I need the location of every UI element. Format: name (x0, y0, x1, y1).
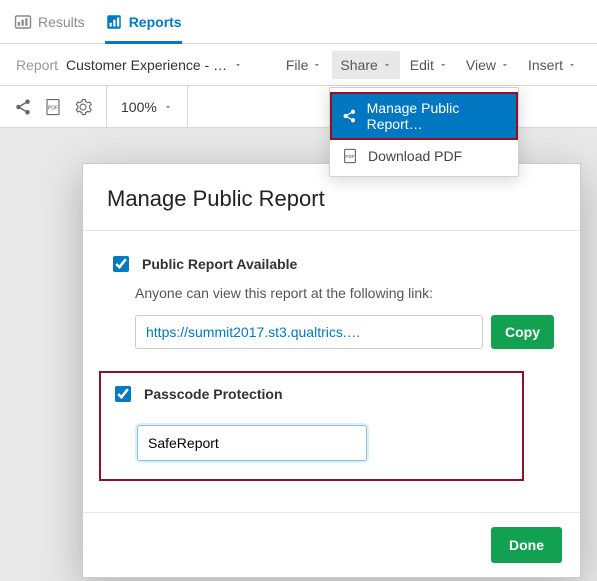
menu-insert[interactable]: Insert (520, 51, 585, 79)
chevron-down-icon (500, 60, 510, 70)
public-link-field[interactable]: https://summit2017.st3.qualtrics.… (135, 315, 483, 349)
zoom-selector[interactable]: 100% (107, 86, 188, 127)
modal-body: Public Report Available Anyone can view … (83, 231, 580, 512)
menu-share-label: Share (340, 57, 377, 73)
public-report-help-text: Anyone can view this report at the follo… (135, 285, 554, 301)
menu-view[interactable]: View (458, 51, 518, 79)
tab-results-label: Results (38, 14, 85, 30)
chevron-down-icon (163, 102, 173, 112)
passcode-label: Passcode Protection (144, 386, 283, 402)
top-tabs: Results Reports (0, 0, 597, 44)
share-icon-button[interactable] (14, 98, 32, 116)
copy-button[interactable]: Copy (491, 315, 554, 349)
tab-reports[interactable]: Reports (105, 0, 182, 44)
share-icon (14, 98, 32, 116)
menu-share[interactable]: Share (332, 51, 399, 79)
settings-icon-button[interactable] (74, 98, 92, 116)
toolbar: Report Customer Experience - … File Shar… (0, 44, 597, 86)
results-icon (14, 13, 32, 31)
dropdown-manage-public-report[interactable]: Manage Public Report… (330, 92, 518, 140)
tab-results[interactable]: Results (14, 0, 85, 44)
chevron-down-icon (567, 60, 577, 70)
svg-text:PDF: PDF (345, 154, 354, 159)
public-link-row: https://summit2017.st3.qualtrics.… Copy (135, 315, 554, 349)
done-button[interactable]: Done (491, 527, 562, 563)
report-name: Customer Experience - … (66, 57, 227, 73)
reports-icon (105, 13, 123, 31)
modal-footer: Done (83, 512, 580, 577)
icon-group: PDF (0, 86, 107, 127)
passcode-checkbox[interactable] (115, 386, 131, 402)
dropdown-label: Download PDF (368, 148, 462, 164)
dropdown-download-pdf[interactable]: PDF Download PDF (330, 140, 518, 172)
menu-edit[interactable]: Edit (402, 51, 456, 79)
chevron-down-icon (382, 60, 392, 70)
menu-file-label: File (286, 57, 309, 73)
menu-insert-label: Insert (528, 57, 563, 73)
menu-edit-label: Edit (410, 57, 434, 73)
zoom-value: 100% (121, 99, 157, 115)
share-icon (342, 108, 357, 124)
public-report-checkbox[interactable] (113, 256, 129, 272)
public-report-available-row[interactable]: Public Report Available (109, 253, 554, 275)
dropdown-label: Manage Public Report… (367, 100, 506, 132)
gear-icon (74, 98, 92, 116)
menu-file[interactable]: File (278, 51, 331, 79)
pdf-icon-button[interactable]: PDF (44, 98, 62, 116)
menu-view-label: View (466, 57, 496, 73)
manage-public-report-modal: Manage Public Report Public Report Avail… (82, 163, 581, 578)
menubar: File Share Edit View Insert (278, 51, 585, 79)
chevron-down-icon (438, 60, 448, 70)
passcode-protection-row[interactable]: Passcode Protection (111, 383, 512, 405)
report-label: Report (16, 57, 58, 73)
passcode-protection-section: Passcode Protection (99, 371, 524, 481)
pdf-icon: PDF (44, 98, 62, 116)
chevron-down-icon (233, 60, 243, 70)
report-selector[interactable]: Report Customer Experience - … (12, 53, 247, 77)
pdf-icon: PDF (342, 148, 358, 164)
share-dropdown: Manage Public Report… PDF Download PDF (329, 87, 519, 177)
svg-text:PDF: PDF (48, 105, 59, 111)
chevron-down-icon (312, 60, 322, 70)
public-report-label: Public Report Available (142, 256, 297, 272)
tab-reports-label: Reports (129, 14, 182, 30)
passcode-input[interactable] (137, 425, 367, 461)
